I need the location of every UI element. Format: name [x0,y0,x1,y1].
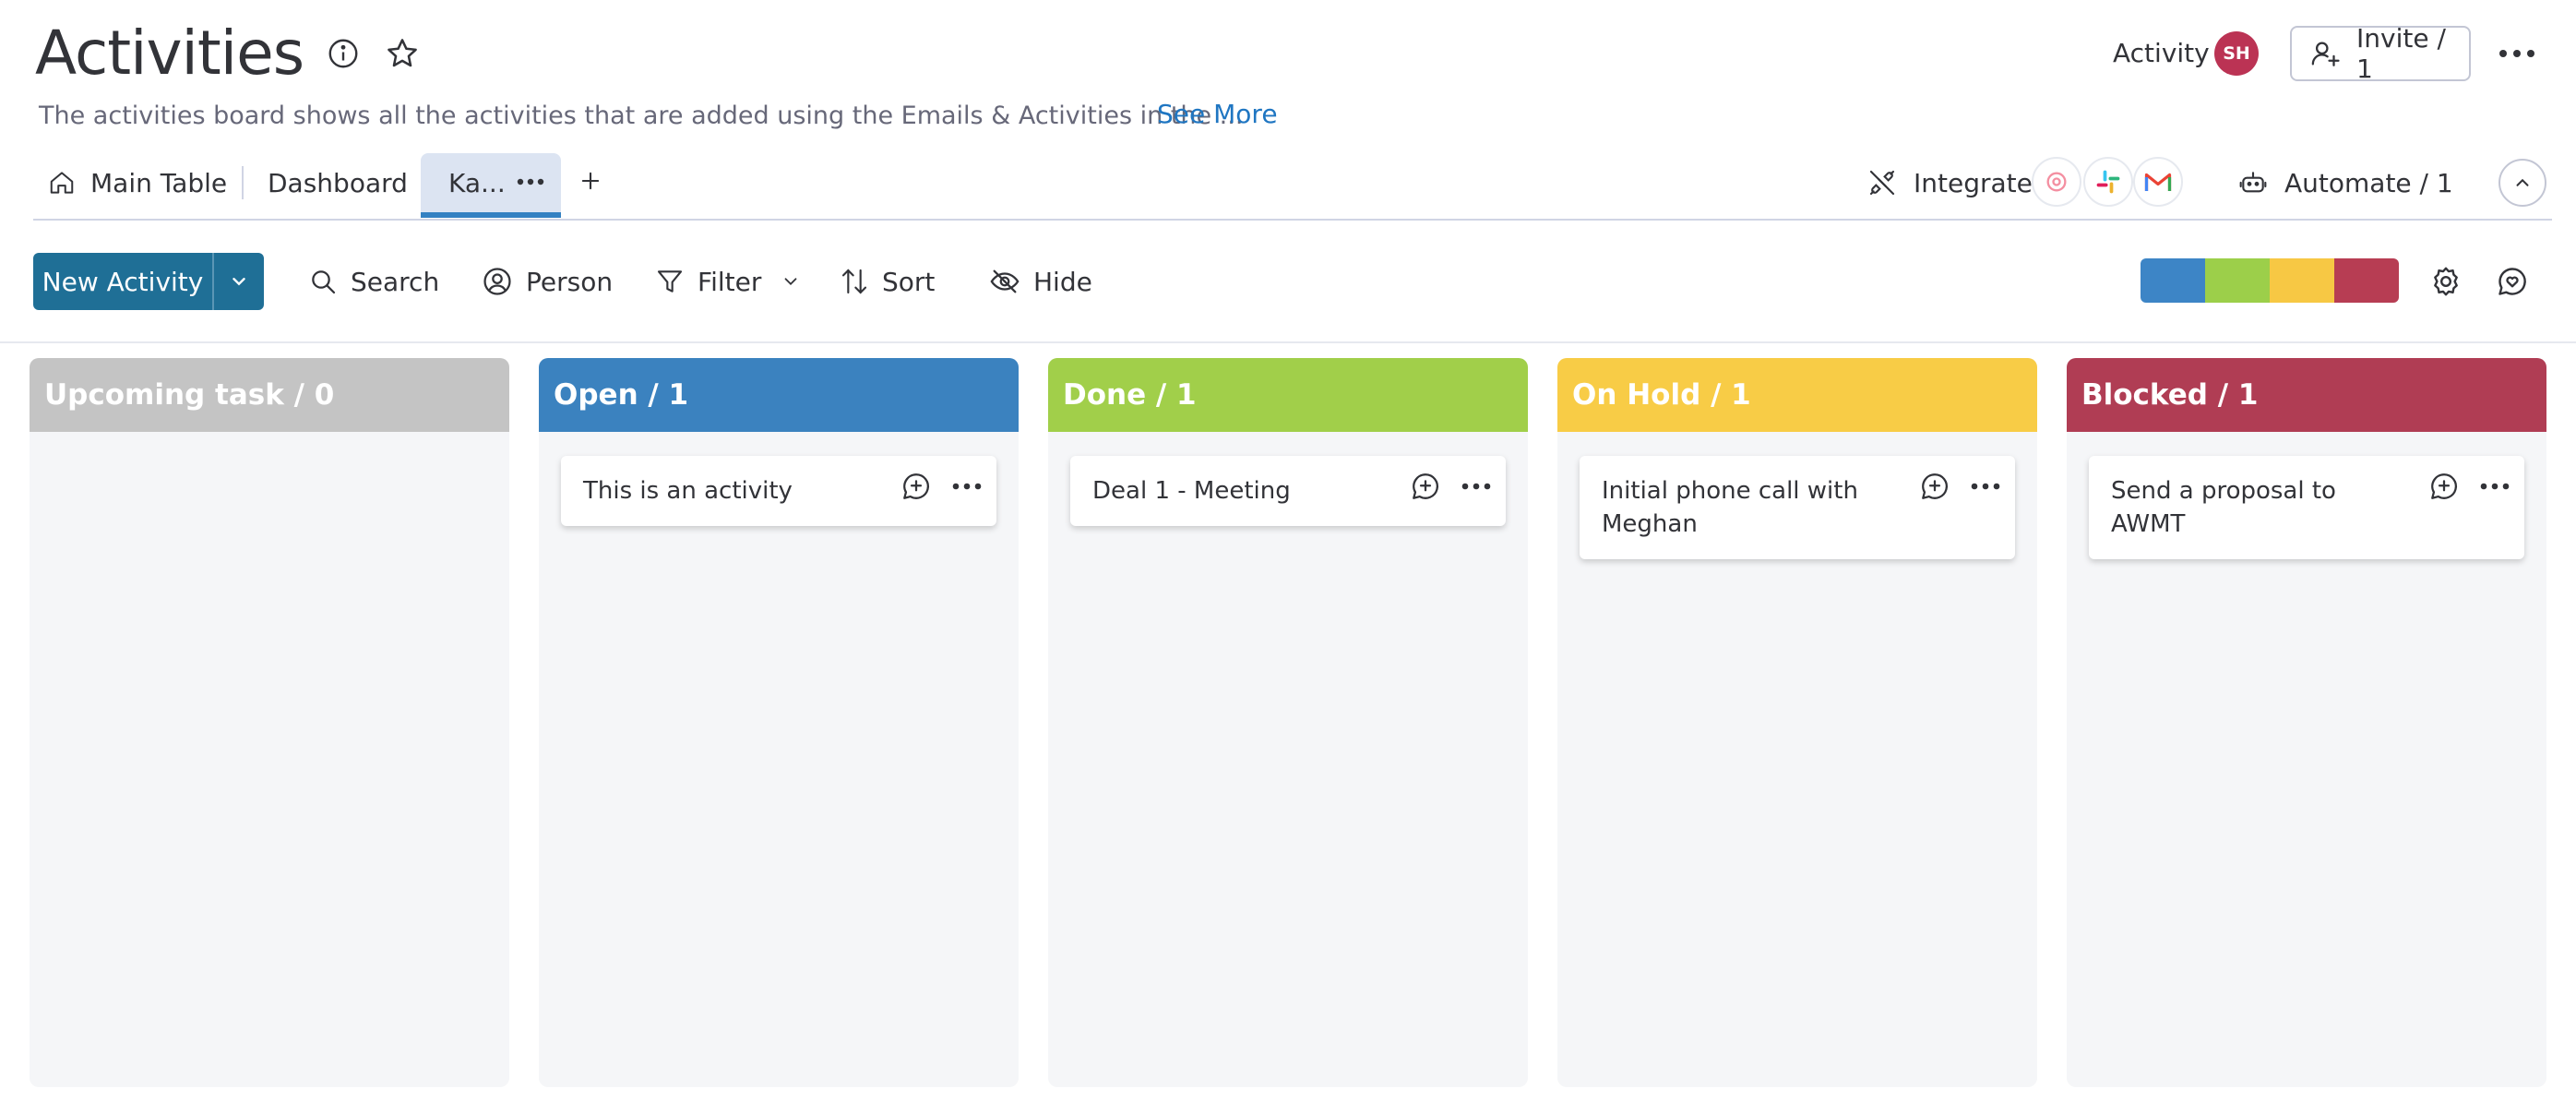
automate-label: Automate / 1 [2284,167,2453,198]
info-icon[interactable] [325,35,362,72]
kanban-card[interactable]: This is an activity [561,456,996,526]
tab-main-table[interactable]: Main Table [48,162,227,203]
active-tab-indicator [421,212,561,218]
tab-dashboard[interactable]: Dashboard [268,162,408,203]
integration-app-icon [2032,157,2081,207]
status-swatch [2141,258,2205,303]
filter-icon [655,267,685,296]
card-more-icon[interactable] [1971,482,2000,491]
gear-icon[interactable] [2427,262,2465,301]
search-button[interactable]: Search [308,262,439,301]
person-label: Person [526,266,614,297]
filter-dropdown-icon[interactable] [781,271,801,292]
sort-label: Sort [882,266,936,297]
add-update-icon[interactable] [1410,471,1441,502]
hide-label: Hide [1033,266,1092,297]
slack-icon [2083,157,2133,207]
add-update-icon[interactable] [2428,471,2460,502]
card-title: This is an activity [583,477,793,505]
card-more-icon[interactable] [2480,482,2510,491]
more-options-icon[interactable] [2495,35,2539,72]
kanban-column-upcoming: Upcoming task / 0 [30,358,509,1087]
kanban-card[interactable]: Send a proposal to AWMT [2089,456,2524,559]
tab-separator [242,166,244,199]
status-swatch [2334,258,2399,303]
kanban-card[interactable]: Initial phone call with Meghan [1580,456,2015,559]
board-description: The activities board shows all the activ… [39,102,1244,130]
invite-button[interactable]: Invite / 1 [2290,23,2471,84]
new-activity-button-group: New Activity [33,253,264,310]
activity-button[interactable]: Activity [2113,37,2210,70]
column-header[interactable]: Open / 1 [539,358,1019,432]
person-filter-button[interactable]: Person [482,262,613,301]
collapse-header-button[interactable] [2498,159,2546,207]
column-title: Blocked / 1 [2081,378,2259,412]
sort-icon [840,267,869,296]
new-activity-button[interactable]: New Activity [33,253,214,310]
kanban-card[interactable]: Deal 1 - Meeting [1070,456,1506,526]
integrate-button[interactable]: Integrate [1867,162,2033,203]
new-activity-dropdown[interactable] [214,253,264,310]
add-update-icon[interactable] [1919,471,1950,502]
automate-button[interactable]: Automate / 1 [2238,162,2453,203]
robot-icon [2238,168,2268,197]
status-swatch [2205,258,2270,303]
hide-button[interactable]: Hide [989,262,1092,301]
column-header[interactable]: Blocked / 1 [2067,358,2546,432]
column-header[interactable]: Done / 1 [1048,358,1528,432]
integrate-label: Integrate [1914,167,2033,198]
tab-dashboard-label: Dashboard [268,167,408,198]
chevron-down-icon [233,278,245,286]
column-header[interactable]: On Hold / 1 [1557,358,2037,432]
sort-button[interactable]: Sort [840,262,935,301]
search-icon [308,267,338,296]
column-title: Open / 1 [554,378,689,412]
kanban-column-on-hold: On Hold / 1 Initial phone call with Megh… [1557,358,2037,1087]
eye-slash-icon [989,266,1020,297]
see-more-link[interactable]: See More [1157,98,1278,131]
add-update-icon[interactable] [900,471,932,502]
card-title: Initial phone call with Meghan [1602,477,1858,538]
home-icon [48,169,76,197]
column-title: Done / 1 [1063,378,1197,412]
kanban-column-blocked: Blocked / 1 Send a proposal to AWMT [2067,358,2546,1087]
tabs-divider [33,219,2552,221]
person-icon [482,266,513,297]
status-swatch [2270,258,2334,303]
tab-kanban-label: Ka... [448,167,506,198]
star-icon[interactable] [384,35,421,72]
gmail-icon [2133,157,2183,207]
chevron-up-icon [2516,178,2529,186]
page-title: Activities [35,18,304,89]
add-person-icon [2310,38,2342,69]
feedback-chat-icon[interactable] [2493,262,2532,301]
tab-options-icon[interactable] [517,177,544,186]
column-title: Upcoming task / 0 [44,378,335,412]
integrate-icon [1867,168,1897,197]
filter-button[interactable]: Filter [655,262,761,301]
tab-main-table-label: Main Table [90,167,228,198]
column-header[interactable]: Upcoming task / 0 [30,358,509,432]
search-label: Search [351,266,440,297]
toolbar-divider [0,341,2576,343]
card-more-icon[interactable] [952,482,982,491]
card-more-icon[interactable] [1461,482,1491,491]
status-color-strip[interactable] [2141,258,2399,303]
invite-label: Invite / 1 [2356,23,2446,84]
filter-label: Filter [698,266,762,297]
card-title: Deal 1 - Meeting [1092,477,1291,505]
kanban-column-done: Done / 1 Deal 1 - Meeting [1048,358,1528,1087]
column-title: On Hold / 1 [1572,378,1751,412]
avatar[interactable]: SH [2214,31,2259,76]
add-view-icon[interactable] [578,168,603,194]
kanban-column-open: Open / 1 This is an activity [539,358,1019,1087]
card-title: Send a proposal to AWMT [2111,477,2336,538]
